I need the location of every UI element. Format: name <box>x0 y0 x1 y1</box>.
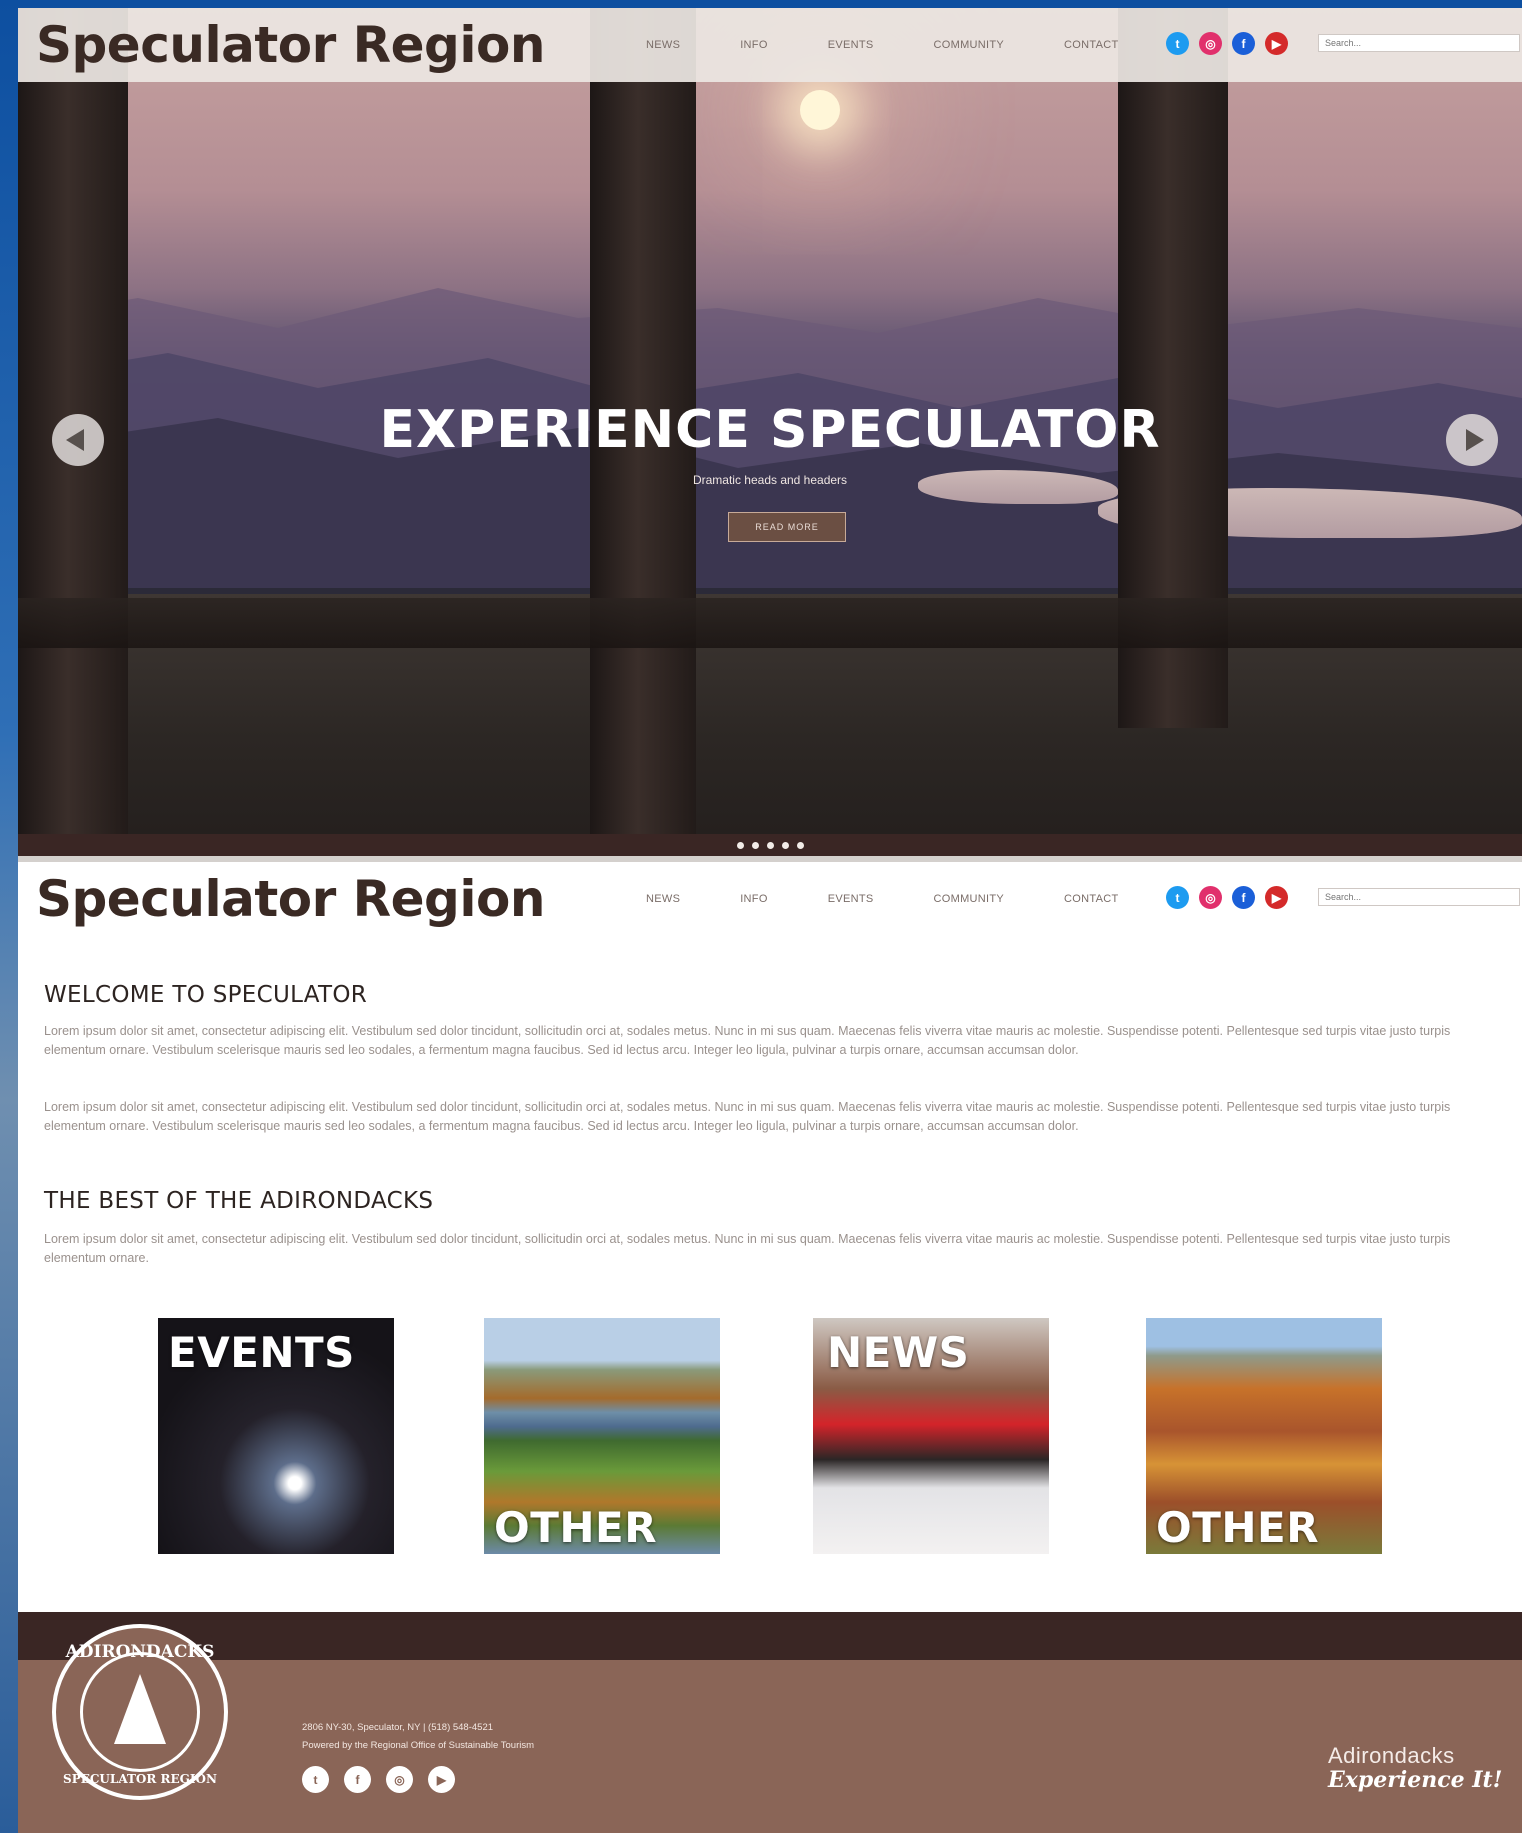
slide-dot[interactable] <box>796 841 804 849</box>
tile-other[interactable]: OTHER <box>1146 1318 1382 1554</box>
nav-news[interactable]: NEWS <box>646 893 680 905</box>
nav-info[interactable]: INFO <box>740 39 767 51</box>
hero-subtitle: Dramatic heads and headers <box>692 473 848 487</box>
read-more-button[interactable]: READ MORE <box>728 512 846 542</box>
hero-title: EXPERIENCE SPECULATOR <box>379 400 1161 460</box>
slide-dot[interactable] <box>751 841 759 849</box>
nav-contact[interactable]: CONTACT <box>1064 893 1118 905</box>
main-nav: NEWS INFO EVENTS COMMUNITY CONTACT <box>646 8 1178 82</box>
facebook-icon[interactable]: f <box>1232 886 1255 909</box>
footer-bar <box>18 1612 1522 1660</box>
nav-community[interactable]: COMMUNITY <box>934 893 1005 905</box>
welcome-paragraph-1: Lorem ipsum dolor sit amet, consectetur … <box>44 1024 1451 1057</box>
tile-label: NEWS <box>827 1328 970 1377</box>
nav-events[interactable]: EVENTS <box>828 893 874 905</box>
site-logo[interactable]: Speculator Region <box>36 16 545 74</box>
instagram-icon[interactable]: ◎ <box>1199 32 1222 55</box>
header-top: Speculator Region NEWS INFO EVENTS COMMU… <box>18 8 1522 82</box>
best-paragraph: Lorem ipsum dolor sit amet, consectetur … <box>44 1232 1451 1265</box>
tile-label: OTHER <box>494 1503 658 1552</box>
tile-news[interactable]: NEWS <box>813 1318 1049 1554</box>
nav-info[interactable]: INFO <box>740 893 767 905</box>
footer <box>18 1660 1522 1833</box>
brand-line-1: Adirondacks <box>1328 1743 1455 1768</box>
sun <box>800 90 840 130</box>
slider-dots <box>18 834 1522 856</box>
facebook-icon[interactable]: f <box>344 1766 371 1793</box>
search-input[interactable] <box>1318 34 1520 52</box>
instagram-icon[interactable]: ◎ <box>386 1766 413 1793</box>
social-links: t ◎ f ▶ <box>1166 886 1288 909</box>
address-line: 2806 NY-30, Speculator, NY | (518) 548-4… <box>302 1722 494 1733</box>
seal-text-bottom: SPECULATOR REGION <box>63 1772 217 1786</box>
search-input[interactable] <box>1318 888 1520 906</box>
main-nav: NEWS INFO EVENTS COMMUNITY CONTACT <box>646 862 1178 936</box>
slide-dot[interactable] <box>736 841 744 849</box>
nav-community[interactable]: COMMUNITY <box>934 39 1005 51</box>
twitter-icon[interactable]: t <box>1166 32 1189 55</box>
twitter-icon[interactable]: t <box>302 1766 329 1793</box>
pine-tree-icon <box>114 1674 166 1744</box>
seal-text-top: ADIRONDACKS <box>65 1642 215 1662</box>
site-logo[interactable]: Speculator Region <box>36 870 545 928</box>
youtube-icon[interactable]: ▶ <box>428 1766 455 1793</box>
nav-news[interactable]: NEWS <box>646 39 680 51</box>
slide-dot[interactable] <box>766 841 774 849</box>
brand-line-2: Experience It! <box>1328 1767 1503 1793</box>
tile-other[interactable]: OTHER <box>484 1318 720 1554</box>
instagram-icon[interactable]: ◎ <box>1199 886 1222 909</box>
speculator-region-seal[interactable]: ADIRONDACKS SPECULATOR REGION <box>52 1624 228 1800</box>
nav-contact[interactable]: CONTACT <box>1064 39 1118 51</box>
tile-label: OTHER <box>1156 1503 1320 1552</box>
youtube-icon[interactable]: ▶ <box>1265 32 1288 55</box>
facebook-icon[interactable]: f <box>1232 32 1255 55</box>
tile-label: EVENTS <box>168 1328 355 1377</box>
hero-slider: EXPERIENCE SPECULATOR Dramatic heads and… <box>18 8 1522 834</box>
header-sticky: Speculator Region NEWS INFO EVENTS COMMU… <box>18 862 1522 936</box>
nav-events[interactable]: EVENTS <box>828 39 874 51</box>
window-sill <box>18 598 1522 648</box>
tile-events[interactable]: EVENTS <box>158 1318 394 1554</box>
page-frame: EXPERIENCE SPECULATOR Dramatic heads and… <box>18 8 1522 1833</box>
adirondacks-brand-logo[interactable]: Adirondacks Experience It! <box>1328 1743 1502 1793</box>
powered-by-line: Powered by the Regional Office of Sustai… <box>302 1740 535 1751</box>
social-links: t ◎ f ▶ <box>1166 32 1288 55</box>
best-heading: THE BEST OF THE ADIRONDACKS <box>44 1188 434 1214</box>
welcome-heading: WELCOME TO SPECULATOR <box>44 982 368 1008</box>
footer-social-links: t f ◎ ▶ <box>302 1766 455 1793</box>
youtube-icon[interactable]: ▶ <box>1265 886 1288 909</box>
twitter-icon[interactable]: t <box>1166 886 1189 909</box>
welcome-paragraph-2: Lorem ipsum dolor sit amet, consectetur … <box>44 1100 1451 1133</box>
footer-address: 2806 NY-30, Speculator, NY | (518) 548-4… <box>302 1719 534 1755</box>
slide-dot[interactable] <box>781 841 789 849</box>
